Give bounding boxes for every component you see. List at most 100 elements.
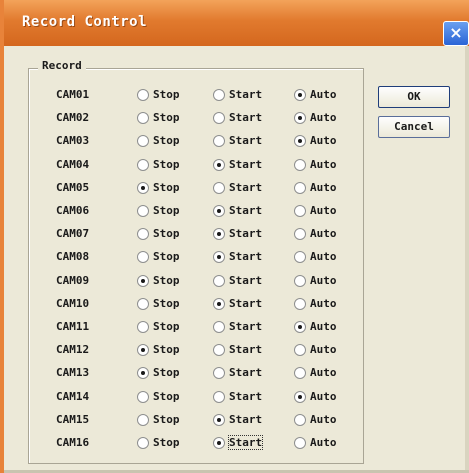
radio-stop-label[interactable]: Stop <box>153 320 180 333</box>
radio-auto-label[interactable]: Auto <box>310 204 337 217</box>
radio-button-icon[interactable] <box>137 390 149 403</box>
ok-button[interactable]: OK <box>378 86 450 108</box>
radio-button-icon[interactable] <box>294 158 306 171</box>
radio-button-icon[interactable] <box>137 181 149 194</box>
radio-start-label[interactable]: Start <box>227 435 264 450</box>
radio-button-icon[interactable] <box>213 251 225 264</box>
radio-stop-label[interactable]: Stop <box>153 274 180 287</box>
radio-button-icon[interactable] <box>213 228 225 241</box>
radio-button-icon[interactable] <box>213 181 225 194</box>
radio-stop-label[interactable]: Stop <box>153 250 180 263</box>
radio-auto-label[interactable]: Auto <box>310 181 337 194</box>
cancel-button[interactable]: Cancel <box>378 116 450 138</box>
radio-start-label[interactable]: Start <box>229 181 262 194</box>
radio-button-icon[interactable] <box>137 158 149 171</box>
radio-start-label[interactable]: Start <box>229 158 262 171</box>
radio-start-label[interactable]: Start <box>229 134 262 147</box>
radio-start-label[interactable]: Start <box>229 88 262 101</box>
radio-auto-label[interactable]: Auto <box>310 343 337 356</box>
radio-button-icon[interactable] <box>137 274 149 287</box>
radio-button-icon[interactable] <box>213 367 225 380</box>
radio-auto-label[interactable]: Auto <box>310 250 337 263</box>
radio-button-icon[interactable] <box>294 297 306 310</box>
radio-button-icon[interactable] <box>294 112 306 125</box>
radio-auto-label[interactable]: Auto <box>310 88 337 101</box>
radio-auto-label[interactable]: Auto <box>310 366 337 379</box>
radio-stop-label[interactable]: Stop <box>153 436 180 449</box>
radio-start-label[interactable]: Start <box>229 250 262 263</box>
radio-stop-label[interactable]: Stop <box>153 134 180 147</box>
title-bar[interactable]: Record Control × <box>4 0 469 46</box>
radio-button-icon[interactable] <box>137 344 149 357</box>
radio-stop-label[interactable]: Stop <box>153 111 180 124</box>
radio-button-icon[interactable] <box>137 135 149 148</box>
radio-start-label[interactable]: Start <box>229 390 262 403</box>
radio-button-icon[interactable] <box>137 437 149 449</box>
radio-button-icon[interactable] <box>137 367 149 380</box>
radio-auto-label[interactable]: Auto <box>310 390 337 403</box>
radio-button-icon[interactable] <box>137 205 149 217</box>
radio-auto-label[interactable]: Auto <box>310 413 337 426</box>
radio-button-icon[interactable] <box>137 112 149 125</box>
radio-button-icon[interactable] <box>213 297 225 310</box>
radio-button-icon[interactable] <box>294 205 306 217</box>
radio-start-label[interactable]: Start <box>229 204 262 217</box>
radio-button-icon[interactable] <box>137 89 149 101</box>
radio-button-icon[interactable] <box>294 390 306 403</box>
radio-stop-label[interactable]: Stop <box>153 390 180 403</box>
radio-button-icon[interactable] <box>213 344 225 357</box>
radio-auto-label[interactable]: Auto <box>310 111 337 124</box>
radio-button-icon[interactable] <box>294 181 306 194</box>
radio-stop-label[interactable]: Stop <box>153 204 180 217</box>
radio-button-icon[interactable] <box>213 321 225 333</box>
radio-stop-label[interactable]: Stop <box>153 366 180 379</box>
radio-auto-label[interactable]: Auto <box>310 227 337 240</box>
radio-auto-label[interactable]: Auto <box>310 158 337 171</box>
radio-button-icon[interactable] <box>294 135 306 148</box>
radio-start-label[interactable]: Start <box>229 227 262 240</box>
radio-button-icon[interactable] <box>294 367 306 380</box>
radio-button-icon[interactable] <box>213 205 225 217</box>
radio-stop-label[interactable]: Stop <box>153 343 180 356</box>
radio-button-icon[interactable] <box>213 135 225 148</box>
radio-button-icon[interactable] <box>213 390 225 403</box>
radio-button-icon[interactable] <box>213 274 225 287</box>
radio-button-icon[interactable] <box>294 251 306 264</box>
radio-start-label[interactable]: Start <box>229 343 262 356</box>
close-button[interactable]: × <box>443 21 469 46</box>
radio-start-label[interactable]: Start <box>229 111 262 124</box>
radio-start-label[interactable]: Start <box>229 297 262 310</box>
radio-button-icon[interactable] <box>137 297 149 310</box>
radio-auto-label[interactable]: Auto <box>310 134 337 147</box>
radio-stop-label[interactable]: Stop <box>153 227 180 240</box>
radio-button-icon[interactable] <box>213 437 225 449</box>
radio-button-icon[interactable] <box>137 413 149 426</box>
radio-button-icon[interactable] <box>213 158 225 171</box>
radio-button-icon[interactable] <box>213 89 225 101</box>
radio-stop-label[interactable]: Stop <box>153 158 180 171</box>
radio-start-label[interactable]: Start <box>229 366 262 379</box>
radio-stop-label[interactable]: Stop <box>153 88 180 101</box>
radio-stop-label[interactable]: Stop <box>153 181 180 194</box>
radio-button-icon[interactable] <box>213 112 225 125</box>
radio-button-icon[interactable] <box>294 321 306 333</box>
radio-start-label[interactable]: Start <box>229 274 262 287</box>
radio-button-icon[interactable] <box>294 89 306 101</box>
radio-button-icon[interactable] <box>137 321 149 333</box>
radio-button-icon[interactable] <box>137 228 149 241</box>
radio-button-icon[interactable] <box>294 344 306 357</box>
radio-auto-label[interactable]: Auto <box>310 320 337 333</box>
radio-start-label[interactable]: Start <box>229 413 262 426</box>
radio-start-label[interactable]: Start <box>229 320 262 333</box>
radio-button-icon[interactable] <box>137 251 149 264</box>
radio-auto-label[interactable]: Auto <box>310 297 337 310</box>
radio-button-icon[interactable] <box>294 274 306 287</box>
radio-auto-label[interactable]: Auto <box>310 436 337 449</box>
radio-button-icon[interactable] <box>294 228 306 241</box>
radio-stop-label[interactable]: Stop <box>153 413 180 426</box>
radio-stop-label[interactable]: Stop <box>153 297 180 310</box>
radio-auto-label[interactable]: Auto <box>310 274 337 287</box>
radio-button-icon[interactable] <box>294 437 306 449</box>
radio-button-icon[interactable] <box>294 413 306 426</box>
radio-button-icon[interactable] <box>213 413 225 426</box>
